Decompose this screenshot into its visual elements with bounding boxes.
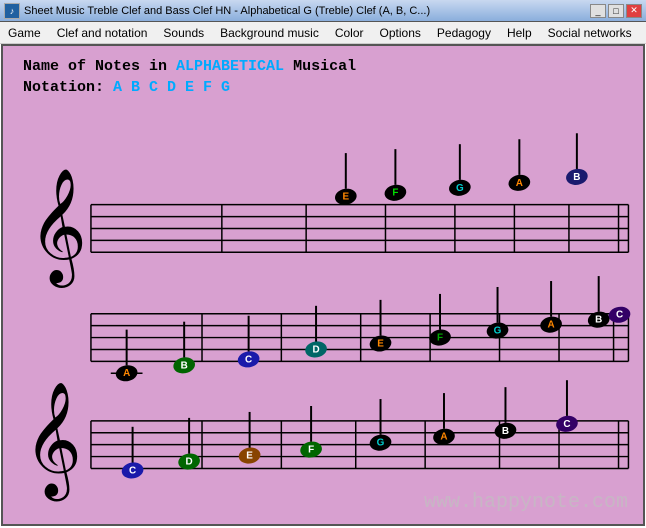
svg-text:B: B	[181, 360, 188, 371]
svg-text:B: B	[595, 315, 602, 326]
menubar: Game Clef and notation Sounds Background…	[0, 22, 646, 44]
menu-pedagogy[interactable]: Pedagogy	[429, 24, 499, 42]
svg-text:E: E	[343, 192, 350, 203]
svg-text:C: C	[245, 354, 252, 365]
svg-text:A: A	[548, 320, 555, 331]
minimize-button[interactable]: _	[590, 4, 606, 18]
website-text: www.happynote.com	[424, 491, 628, 514]
svg-text:A: A	[123, 368, 130, 379]
svg-text:G: G	[377, 438, 385, 449]
main-content: Name of Notes in ALPHABETICAL Musical No…	[1, 44, 645, 526]
svg-text:G: G	[494, 326, 502, 337]
maximize-button[interactable]: □	[608, 4, 624, 18]
svg-text:D: D	[312, 344, 319, 355]
svg-text:C: C	[563, 419, 570, 430]
app-icon: ♪	[4, 3, 20, 19]
titlebar: ♪ Sheet Music Treble Clef and Bass Clef …	[0, 0, 646, 22]
svg-text:F: F	[437, 333, 443, 344]
treble-clef-1: 𝄞	[28, 170, 87, 288]
music-notation: 𝄞 𝄞	[3, 46, 643, 524]
svg-text:E: E	[246, 451, 253, 462]
svg-text:F: F	[392, 188, 398, 199]
svg-text:E: E	[377, 338, 384, 349]
treble-clef-2: 𝄞	[24, 383, 83, 501]
titlebar-buttons: _ □ ✕	[590, 4, 642, 18]
menu-background-music[interactable]: Background music	[212, 24, 327, 42]
svg-text:B: B	[502, 426, 509, 437]
svg-text:C: C	[616, 310, 623, 321]
menu-options[interactable]: Options	[372, 24, 429, 42]
svg-text:B: B	[573, 172, 580, 183]
svg-text:A: A	[516, 178, 523, 189]
menu-game[interactable]: Game	[0, 24, 49, 42]
svg-text:G: G	[456, 183, 464, 194]
menu-help[interactable]: Help	[499, 24, 540, 42]
svg-text:C: C	[129, 465, 136, 476]
svg-text:A: A	[440, 432, 447, 443]
close-button[interactable]: ✕	[626, 4, 642, 18]
menu-clef[interactable]: Clef and notation	[49, 24, 156, 42]
menu-color[interactable]: Color	[327, 24, 372, 42]
svg-text:F: F	[308, 445, 314, 456]
titlebar-text: Sheet Music Treble Clef and Bass Clef HN…	[24, 5, 590, 17]
svg-text:D: D	[186, 456, 193, 467]
menu-sounds[interactable]: Sounds	[155, 24, 212, 42]
menu-social[interactable]: Social networks	[540, 24, 640, 42]
